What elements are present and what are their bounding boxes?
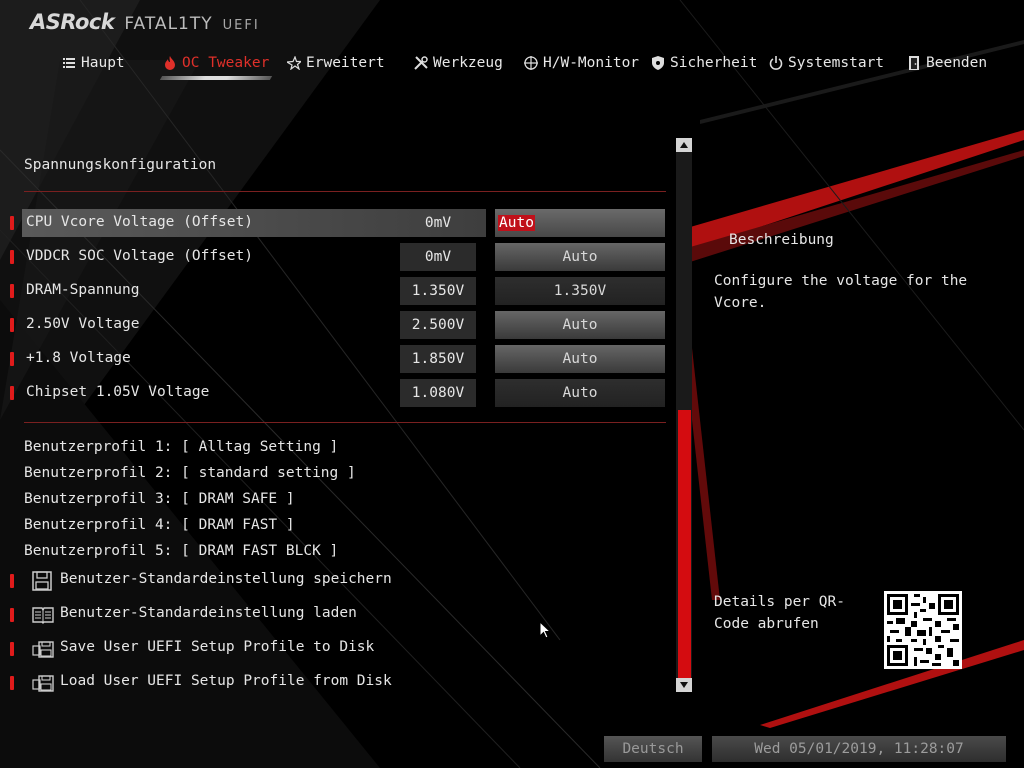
section-title: Spannungskonfiguration [24,157,217,173]
action-label: Benutzer-Standardeinstellung laden [60,605,357,621]
scrollbar-thumb[interactable] [678,410,691,678]
voltage-row-dram[interactable]: DRAM-Spannung 1.350V 1.350V [10,277,666,305]
user-profile-1[interactable]: Benutzerprofil 1: [ Alltag Setting ] [24,439,338,455]
power-icon [769,56,783,70]
tab-label: H/W-Monitor [543,55,640,71]
voltage-label: Chipset 1.05V Voltage [26,384,210,400]
voltage-setting-input[interactable]: Auto [495,209,665,237]
voltage-setting-select[interactable]: Auto [495,379,665,407]
voltage-current-value: 1.350V [400,277,476,305]
tab-werkzeug[interactable]: Werkzeug [414,50,503,76]
tab-label: Haupt [81,55,125,71]
row-marker [10,352,14,366]
asrock-logo: ASRock FATAL1TY UEFI [30,10,260,38]
save-user-defaults-button[interactable]: Benutzer-Standardeinstellung speichern [10,568,410,594]
tools-icon [414,56,428,70]
logo-series: FATAL1TY [124,14,213,34]
row-marker [10,642,14,656]
voltage-row-vddcr-soc[interactable]: VDDCR SOC Voltage (Offset) 0mV Auto [10,243,666,271]
tab-label: Systemstart [788,55,885,71]
row-marker [10,386,14,400]
logo-vendor: ASRock [30,10,115,34]
voltage-current-value: 0mV [400,243,476,271]
action-label: Benutzer-Standardeinstellung speichern [60,571,392,587]
logo-product: UEFI [222,18,260,33]
description-text: Configure the voltage for the Vcore. [714,273,968,311]
voltage-row-2-50v[interactable]: 2.50V Voltage 2.500V Auto [10,311,666,339]
exit-door-icon [907,56,921,70]
datetime-display[interactable]: Wed 05/01/2019, 11:28:07 [712,736,1006,762]
voltage-row-chipset-1-05v[interactable]: Chipset 1.05V Voltage 1.080V Auto [10,379,666,407]
qr-code-label: Details per QR-Code abrufen [714,594,845,632]
section-divider-top [24,191,666,192]
main-tab-bar: Haupt OC Tweaker Erweitert Werkzeug H/W-… [0,50,1024,80]
action-label: Load User UEFI Setup Profile from Disk [60,673,392,689]
save-profile-to-disk-button[interactable]: Save User UEFI Setup Profile to Disk [10,636,410,662]
row-marker [10,216,14,230]
row-marker [10,608,14,622]
user-profile-3[interactable]: Benutzerprofil 3: [ DRAM SAFE ] [24,491,295,507]
scroll-up-button[interactable] [676,138,692,152]
load-profile-from-disk-button[interactable]: Load User UEFI Setup Profile from Disk [10,670,410,696]
shield-icon [651,56,665,70]
description-title: Beschreibung [729,232,834,248]
crosshair-icon [524,56,538,70]
load-user-defaults-button[interactable]: Benutzer-Standardeinstellung laden [10,602,410,628]
voltage-setting-select[interactable]: Auto [495,243,665,271]
voltage-current-value: 1.850V [400,345,476,373]
voltage-current-value: 2.500V [400,311,476,339]
row-marker [10,676,14,690]
row-marker [10,284,14,298]
tab-sicherheit[interactable]: Sicherheit [651,50,757,76]
qr-code-image [884,591,962,669]
tab-hw-monitor[interactable]: H/W-Monitor [524,50,639,76]
row-marker [10,318,14,332]
voltage-current-value: 0mV [424,215,452,231]
language-button[interactable]: Deutsch [604,736,702,762]
action-label: Save User UEFI Setup Profile to Disk [60,639,375,655]
tab-label: OC Tweaker [182,55,270,71]
tab-systemstart[interactable]: Systemstart [769,50,884,76]
save-to-disk-icon [32,639,54,659]
voltage-label: +1.8 Voltage [26,350,131,366]
mouse-cursor-icon [539,621,551,639]
voltage-setting-select[interactable]: 1.350V [495,277,665,305]
voltage-label: DRAM-Spannung [26,282,140,298]
tab-beenden[interactable]: Beenden [907,50,987,76]
user-profile-5[interactable]: Benutzerprofil 5: [ DRAM FAST BLCK ] [24,543,338,559]
voltage-setting-text: Auto [498,215,535,231]
star-icon [287,56,301,70]
flame-icon [163,56,177,70]
user-profile-4[interactable]: Benutzerprofil 4: [ DRAM FAST ] [24,517,295,533]
voltage-label: 2.50V Voltage [26,316,140,332]
book-icon [32,605,54,625]
tab-label: Sicherheit [670,55,758,71]
voltage-row-cpu-vcore[interactable]: CPU Vcore Voltage (Offset) 0mV Auto [10,209,666,237]
floppy-disk-icon [32,571,52,591]
arrow-down-icon [680,682,688,688]
list-icon [62,56,76,70]
load-from-disk-icon [32,673,54,693]
voltage-label: VDDCR SOC Voltage (Offset) [26,248,253,264]
arrow-up-icon [680,142,688,148]
voltage-setting-select[interactable]: Auto [495,311,665,339]
tab-oc-tweaker[interactable]: OC Tweaker [159,50,273,80]
row-marker [10,574,14,588]
active-tab-indicator [159,76,273,80]
tab-label: Werkzeug [433,55,503,71]
tab-label: Erweitert [306,55,385,71]
voltage-row-1-8v[interactable]: +1.8 Voltage 1.850V Auto [10,345,666,373]
scroll-down-button[interactable] [676,678,692,692]
row-marker [10,250,14,264]
tab-haupt[interactable]: Haupt [62,50,125,76]
section-divider-bottom [24,422,666,423]
tab-erweitert[interactable]: Erweitert [287,50,385,76]
user-profile-2[interactable]: Benutzerprofil 2: [ standard setting ] [24,465,356,481]
tab-label: Beenden [926,55,988,71]
voltage-current-value: 1.080V [400,379,476,407]
voltage-label: CPU Vcore Voltage (Offset) [26,214,253,230]
voltage-setting-select[interactable]: Auto [495,345,665,373]
